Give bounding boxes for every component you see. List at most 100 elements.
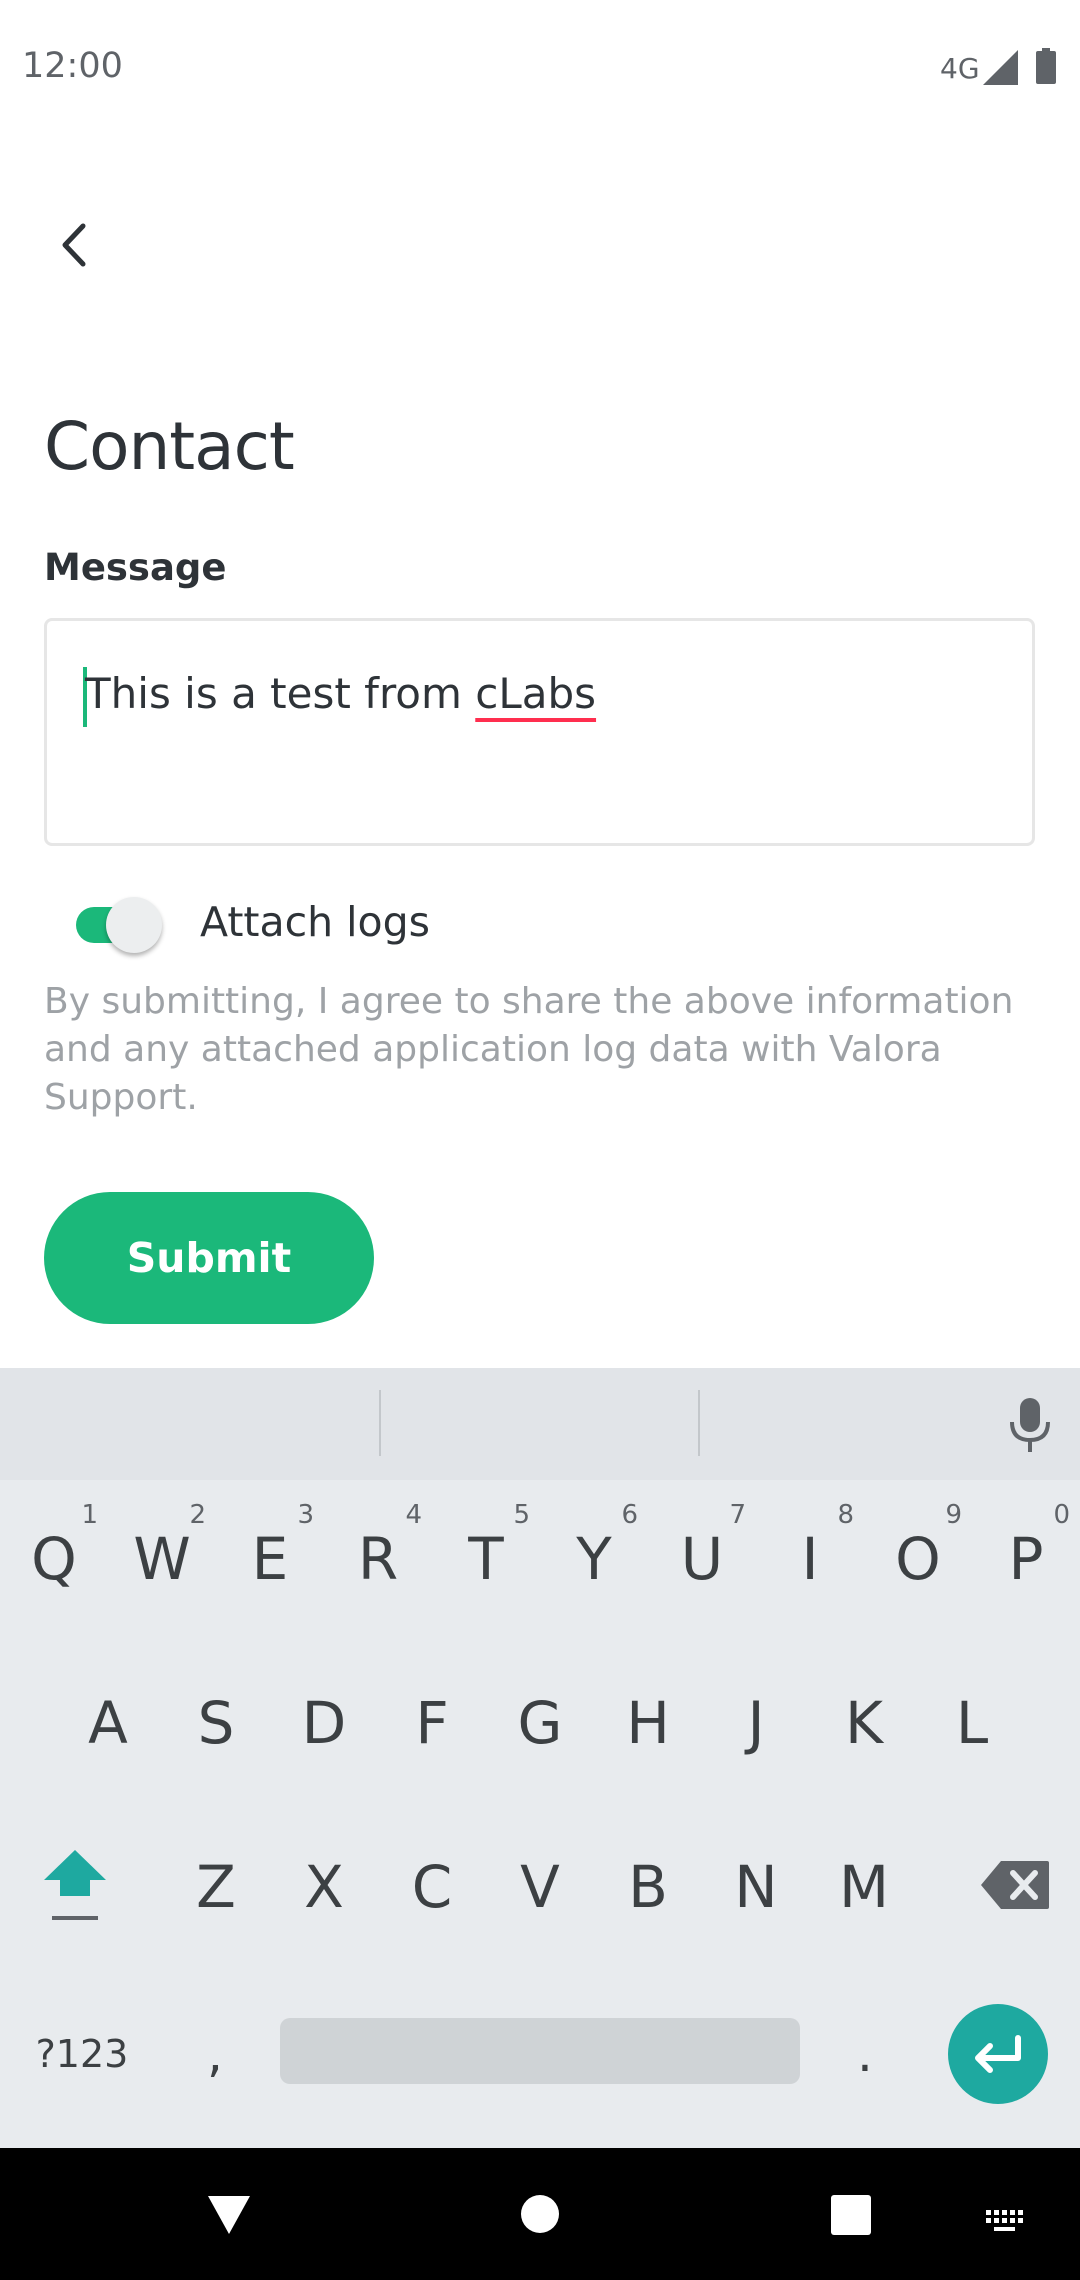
message-text: This is a test from	[85, 669, 476, 718]
page-title: Contact	[44, 408, 295, 485]
key-number-hint: 2	[189, 1500, 206, 1530]
key-number-hint: 4	[405, 1500, 422, 1530]
key-z[interactable]: Z	[166, 1812, 266, 1962]
key-number-hint: 1	[81, 1500, 98, 1530]
key-label: Q	[31, 1525, 77, 1593]
key-label: X	[304, 1853, 344, 1921]
misspelled-word[interactable]: cLabs	[475, 669, 596, 718]
message-input[interactable]: This is a test from cLabs	[44, 618, 1035, 846]
key-label: T	[468, 1525, 504, 1593]
key-v[interactable]: V	[490, 1812, 590, 1962]
disclaimer-text: By submitting, I agree to share the abov…	[44, 978, 1044, 1122]
key-u[interactable]: U7	[652, 1484, 752, 1634]
key-number-hint: 6	[621, 1500, 638, 1530]
key-label: A	[88, 1689, 128, 1757]
disclaimer-line: Support.	[44, 1077, 198, 1118]
space-key[interactable]	[280, 2018, 800, 2084]
key-label: Y	[576, 1525, 612, 1593]
key-label: I	[801, 1525, 819, 1593]
key-label: B	[628, 1853, 668, 1921]
key-label: C	[411, 1853, 453, 1921]
key-o[interactable]: O9	[868, 1484, 968, 1634]
key-label: P	[1008, 1525, 1044, 1593]
comma-key[interactable]: ,	[180, 1994, 250, 2114]
shift-arrow-icon	[44, 1850, 106, 1920]
key-j[interactable]: J	[706, 1648, 806, 1798]
toggle-thumb	[106, 897, 162, 953]
key-label: D	[301, 1689, 347, 1757]
key-b[interactable]: B	[598, 1812, 698, 1962]
battery-icon	[1036, 48, 1056, 84]
key-number-hint: 9	[945, 1500, 962, 1530]
key-y[interactable]: Y6	[544, 1484, 644, 1634]
key-label: F	[415, 1689, 449, 1757]
key-i[interactable]: I8	[760, 1484, 860, 1634]
key-w[interactable]: W2	[112, 1484, 212, 1634]
symbols-key[interactable]: ?123	[22, 1994, 142, 2114]
key-h[interactable]: H	[598, 1648, 698, 1798]
key-n[interactable]: N	[706, 1812, 806, 1962]
home-circle-icon[interactable]	[520, 2194, 560, 2234]
key-g[interactable]: G	[490, 1648, 590, 1798]
key-r[interactable]: R4	[328, 1484, 428, 1634]
submit-button[interactable]: Submit	[44, 1192, 374, 1324]
signal-icon	[983, 50, 1018, 85]
key-label: L	[955, 1689, 989, 1757]
key-label: U	[680, 1525, 724, 1593]
disclaimer-line: By submitting, I agree to share the abov…	[44, 981, 1014, 1022]
key-number-hint: 3	[297, 1500, 314, 1530]
keyboard-switch-icon[interactable]	[984, 2208, 1028, 2238]
back-triangle-icon[interactable]	[206, 2194, 252, 2236]
disclaimer-line: and any attached application log data wi…	[44, 1029, 942, 1070]
key-m[interactable]: M	[814, 1812, 914, 1962]
suggestion-divider	[698, 1390, 700, 1456]
status-time: 12:00	[22, 46, 123, 86]
key-number-hint: 0	[1053, 1500, 1070, 1530]
key-l[interactable]: L	[922, 1648, 1022, 1798]
key-q[interactable]: Q1	[4, 1484, 104, 1634]
key-s[interactable]: S	[166, 1648, 266, 1798]
microphone-icon[interactable]	[1006, 1396, 1054, 1456]
key-t[interactable]: T5	[436, 1484, 536, 1634]
key-label: Z	[196, 1853, 236, 1921]
period-key[interactable]: .	[830, 1994, 900, 2114]
key-d[interactable]: D	[274, 1648, 374, 1798]
enter-key[interactable]	[948, 2004, 1048, 2104]
key-a[interactable]: A	[58, 1648, 158, 1798]
key-label: W	[133, 1525, 191, 1593]
network-type: 4G	[940, 52, 980, 85]
backspace-key[interactable]	[960, 1830, 1070, 1940]
key-label: V	[520, 1853, 560, 1921]
key-label: N	[734, 1853, 778, 1921]
key-label: G	[517, 1689, 563, 1757]
shift-key[interactable]	[30, 1810, 120, 1960]
chevron-left-icon	[62, 223, 86, 267]
back-button[interactable]	[40, 210, 110, 280]
key-label: H	[626, 1689, 670, 1757]
key-x[interactable]: X	[274, 1812, 374, 1962]
key-label: R	[357, 1525, 399, 1593]
key-number-hint: 7	[729, 1500, 746, 1530]
key-number-hint: 8	[837, 1500, 854, 1530]
attach-logs-label: Attach logs	[200, 898, 431, 946]
suggestion-strip	[0, 1368, 1080, 1480]
key-label: O	[895, 1525, 941, 1593]
key-p[interactable]: P0	[976, 1484, 1076, 1634]
attach-logs-toggle[interactable]	[74, 893, 162, 953]
key-c[interactable]: C	[382, 1812, 482, 1962]
enter-icon	[975, 2035, 1021, 2073]
recents-square-icon[interactable]	[830, 2194, 872, 2236]
message-input-value: This is a test from cLabs	[85, 669, 596, 718]
key-e[interactable]: E3	[220, 1484, 320, 1634]
message-label: Message	[44, 546, 227, 589]
key-label: K	[844, 1689, 884, 1757]
system-nav-bar	[0, 2148, 1080, 2280]
backspace-icon	[981, 1861, 1049, 1909]
key-label: S	[197, 1689, 235, 1757]
key-k[interactable]: K	[814, 1648, 914, 1798]
key-number-hint: 5	[513, 1500, 530, 1530]
suggestion-divider	[379, 1390, 381, 1456]
key-label: E	[251, 1525, 289, 1593]
key-label: M	[838, 1853, 890, 1921]
key-f[interactable]: F	[382, 1648, 482, 1798]
